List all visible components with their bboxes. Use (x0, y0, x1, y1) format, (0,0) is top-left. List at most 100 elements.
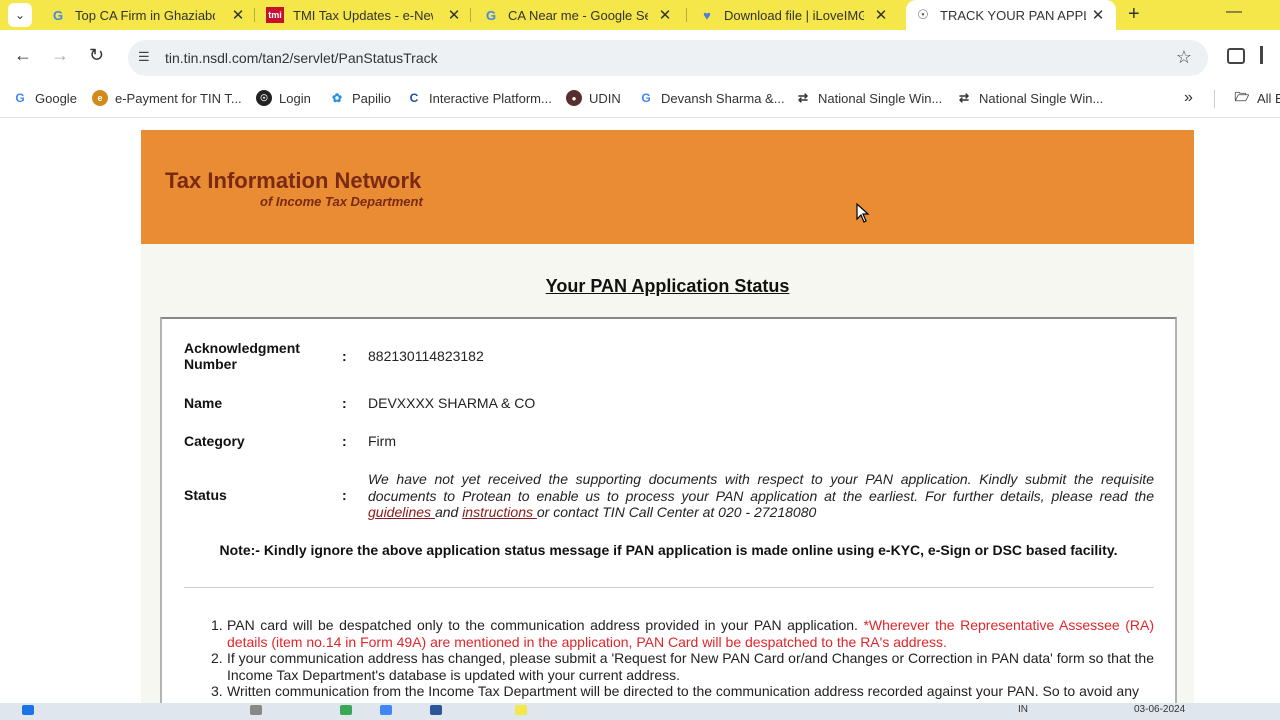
category-value: Firm (368, 433, 396, 449)
bookmark-national-single-window-1[interactable]: ⇄ National Single Win... (795, 90, 942, 106)
bookmark-interactive-platform[interactable]: C Interactive Platform... (406, 90, 552, 106)
taskbar-app-icon[interactable] (380, 705, 392, 715)
new-tab-button[interactable]: + (1128, 3, 1140, 26)
bookmark-google[interactable]: G Google (12, 90, 77, 106)
minimize-button[interactable]: — (1226, 3, 1242, 21)
reload-icon: ↻ (89, 45, 105, 65)
tab-3[interactable]: G CA Near me - Google Se ✕ (483, 0, 673, 30)
arrow-right-icon: → (51, 45, 69, 65)
instructions-link[interactable]: instructions (462, 504, 537, 520)
name-value: DEVXXXX SHARMA & CO (368, 395, 536, 411)
udin-icon: ● (566, 90, 582, 106)
name-label: Name (184, 395, 223, 411)
tab-title: TRACK YOUR PAN APPLIC (940, 7, 1086, 23)
google-icon: G (52, 7, 64, 23)
google-icon: G (15, 91, 25, 105)
ekyc-note: Note:- Kindly ignore the above applicati… (219, 542, 1118, 558)
tab-2[interactable]: tmi TMI Tax Updates - e-New ✕ (266, 0, 462, 30)
windows-start-icon[interactable] (22, 705, 34, 715)
taskbar-app-icon[interactable] (430, 705, 442, 715)
star-icon[interactable]: ☆ (1176, 47, 1192, 68)
colon: : (342, 395, 347, 411)
more-menu-icon[interactable] (1260, 46, 1263, 64)
close-icon[interactable]: ✕ (1090, 6, 1106, 24)
link-icon: ⇄ (797, 91, 809, 105)
status-box: Acknowledgment Number : 882130114823182 … (160, 317, 1177, 703)
colon: : (342, 487, 347, 503)
bookmark-label: National Single Win... (818, 90, 943, 106)
list-item: 1. PAN card will be despatched only to th… (211, 617, 1155, 650)
taskbar-app-icon[interactable] (250, 705, 262, 715)
os-taskbar: IN 03-06-2024 (0, 703, 1280, 720)
taskbar-date[interactable]: 03-06-2024 (1134, 704, 1185, 715)
bookmarks-divider (1214, 90, 1215, 108)
bookmark-label: Devansh Sharma &... (661, 90, 785, 106)
taskbar-chrome-icon[interactable] (515, 705, 527, 715)
globe-icon: ☉ (256, 90, 272, 106)
banner-subtitle: of Income Tax Department (260, 194, 423, 209)
bookmark-papilio[interactable]: ✿ Papilio (329, 90, 391, 106)
tab-strip: ⌄ G Top CA Firm in Ghaziabd ✕ tmi TMI Ta… (0, 0, 1280, 30)
status-message: We have not yet received the supporting … (368, 471, 1154, 520)
extensions-icon[interactable] (1227, 48, 1245, 64)
taskbar-app-icon[interactable] (340, 705, 352, 715)
chevron-right-icon: » (1184, 89, 1193, 106)
tab-4[interactable]: ♥ Download file | iLoveIMG ✕ (699, 0, 889, 30)
bookmark-udin[interactable]: ● UDIN (566, 90, 621, 106)
tab-title: Download file | iLoveIMG (724, 7, 864, 23)
tab-5-active[interactable]: ☉ TRACK YOUR PAN APPLIC ✕ (906, 0, 1116, 30)
close-icon[interactable]: ✕ (657, 6, 673, 24)
ack-value: 882130114823182 (368, 348, 484, 364)
tab-search-button[interactable]: ⌄ (8, 3, 32, 27)
language-indicator[interactable]: IN (1018, 704, 1028, 715)
tab-title: Top CA Firm in Ghaziabd (75, 7, 215, 23)
bookmark-devansh[interactable]: G Devansh Sharma &... (638, 90, 785, 106)
list-item: 2. If your communication address has chan… (211, 650, 1154, 683)
colon: : (342, 348, 347, 364)
bookmark-national-single-window-2[interactable]: ⇄ National Single Win... (956, 90, 1103, 106)
site-info-icon[interactable]: ☰ (138, 49, 154, 65)
close-icon[interactable]: ✕ (446, 6, 462, 24)
divider (184, 587, 1154, 588)
page-content: Tax Information Network of Income Tax De… (0, 119, 1280, 703)
guidelines-link[interactable]: guidelines (368, 504, 435, 520)
epayment-icon: e (92, 90, 108, 106)
reload-button[interactable]: ↻ (89, 46, 104, 64)
bookmarks-overflow-button[interactable]: » (1184, 89, 1193, 107)
banner-title: Tax Information Network (165, 168, 422, 193)
chevron-down-icon: ⌄ (14, 8, 26, 22)
tab-1[interactable]: G Top CA Firm in Ghaziabd ✕ (50, 0, 246, 30)
url-text[interactable]: tin.tin.nsdl.com/tan2/servlet/PanStatusT… (165, 50, 438, 66)
arrow-left-icon: ← (14, 45, 32, 65)
ack-label: Acknowledgment Number (184, 340, 300, 372)
status-page: Your PAN Application Status Acknowledgme… (141, 244, 1194, 703)
bookmark-label: Interactive Platform... (429, 90, 552, 106)
bookmarks-bar: G Google e e-Payment for TIN T... ☉ Logi… (0, 80, 1280, 118)
close-icon[interactable]: ✕ (230, 6, 246, 24)
back-button[interactable]: ← (14, 46, 32, 64)
globe-icon: ☉ (917, 7, 929, 22)
bookmark-label: All B (1257, 90, 1280, 106)
all-bookmarks-button[interactable]: 🗁 All B (1234, 90, 1280, 106)
toolbar: ← → ↻ ☰ tin.tin.nsdl.com/tan2/servlet/Pa… (0, 30, 1280, 80)
forward-button[interactable]: → (51, 46, 69, 64)
bookmark-label: Google (35, 90, 77, 106)
heart-icon: ♥ (703, 7, 711, 23)
plus-icon: + (1128, 3, 1140, 25)
tab-title: CA Near me - Google Se (508, 7, 648, 23)
minimize-icon: — (1226, 3, 1242, 20)
status-label: Status (184, 487, 227, 503)
page-title: Your PAN Application Status (545, 276, 790, 296)
bookmark-epayment[interactable]: e e-Payment for TIN T... (92, 90, 242, 106)
folder-icon: 🗁 (1234, 89, 1250, 104)
list-item: 3. Written communication from the Income … (211, 683, 1139, 699)
bookmark-label: Papilio (352, 90, 392, 106)
info-list: 1. PAN card will be despatched only to th… (196, 617, 1154, 700)
google-icon: G (485, 7, 497, 23)
link-icon: ⇄ (958, 91, 970, 105)
tab-title: TMI Tax Updates - e-New (293, 7, 433, 23)
bookmark-login[interactable]: ☉ Login (256, 90, 311, 106)
close-icon[interactable]: ✕ (873, 6, 889, 24)
papilio-icon: ✿ (331, 91, 343, 105)
address-bar[interactable]: ☰ tin.tin.nsdl.com/tan2/servlet/PanStatu… (128, 40, 1208, 76)
